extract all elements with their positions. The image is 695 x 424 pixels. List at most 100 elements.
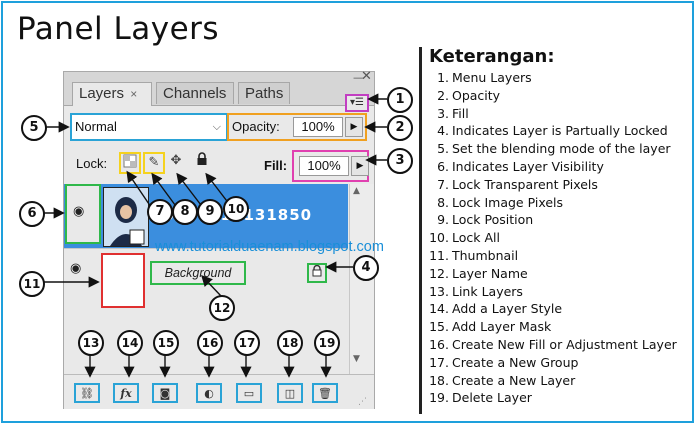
adjustment-icon[interactable]: ◐	[196, 383, 222, 403]
legend-item-text: Fill	[452, 105, 469, 121]
legend-item: 13. Link Layers	[429, 283, 691, 301]
visibility-highlight: ◉	[65, 184, 101, 244]
scroll-down-icon[interactable]: ▼	[353, 354, 360, 364]
layer-thumbnail[interactable]	[101, 253, 145, 308]
legend-item-number: 3.	[437, 105, 449, 121]
move-icon[interactable]: ✥	[167, 152, 185, 170]
legend-item-number: 14.	[429, 301, 449, 317]
callout-13: 13	[78, 330, 104, 356]
panel-menu-icon[interactable]: ▾☰	[345, 94, 369, 112]
lock-icon[interactable]	[193, 152, 211, 170]
partial-lock-icon	[307, 263, 327, 283]
callout-10: 10	[223, 196, 249, 222]
callout-3: 3	[387, 148, 413, 174]
legend-item: 14. Add a Layer Style	[429, 300, 691, 318]
opacity-input[interactable]: 100%	[293, 117, 343, 137]
legend-item: 18. Create a New Layer	[429, 372, 691, 390]
legend-item-text: Delete Layer	[452, 390, 532, 406]
legend-item: 2. Opacity	[429, 87, 691, 105]
tab-layers[interactable]: Layers ×	[72, 82, 152, 106]
layers-bottom-bar: ⛓ fx ◙ ◐ ▭ ◫ 🗑 ⋰	[64, 374, 374, 409]
new-layer-icon[interactable]: ◫	[277, 383, 303, 403]
fill-input[interactable]: 100%	[299, 156, 349, 176]
legend-list: 1. Menu Layers 2. Opacity 3. Fill 4. Indicates …	[429, 69, 691, 407]
legend-title: Keterangan:	[429, 46, 555, 67]
opacity-label: Opacity:	[232, 119, 280, 134]
legend-item: 16. Create New Fill or Adjustment Layer	[429, 336, 691, 354]
legend-item: 11. Thumbnail	[429, 247, 691, 265]
callout-15: 15	[153, 330, 179, 356]
close-icon[interactable]: ✕	[361, 69, 372, 84]
callout-5: 5	[21, 115, 47, 141]
callout-11: 11	[19, 271, 45, 297]
mask-icon[interactable]: ◙	[152, 383, 178, 403]
legend-item: 6. Indicates Layer Visibility	[429, 158, 691, 176]
legend-item-number: 16.	[429, 336, 449, 352]
eye-icon[interactable]: ◉	[70, 262, 90, 275]
callout-14: 14	[117, 330, 143, 356]
legend-item-text: Link Layers	[452, 283, 523, 299]
opacity-highlight: Opacity: 100% ▶	[227, 113, 367, 141]
legend-item: 9. Lock Position	[429, 211, 691, 229]
trash-icon[interactable]: 🗑	[312, 383, 338, 403]
legend-item-text: Lock All	[452, 230, 500, 246]
blend-mode-select[interactable]: Normal ⌵	[75, 118, 221, 136]
callout-4: 4	[353, 255, 379, 281]
legend-item-number: 5.	[437, 141, 449, 157]
callout-16: 16	[197, 330, 223, 356]
lock-label: Lock:	[76, 156, 108, 171]
layer-name[interactable]: Background	[150, 261, 246, 285]
blend-mode-highlight: Normal ⌵	[70, 113, 228, 141]
folder-icon[interactable]: ▭	[236, 383, 262, 403]
blend-mode-value: Normal	[75, 119, 117, 134]
callout-12: 12	[209, 295, 235, 321]
legend-item: 7. Lock Transparent Pixels	[429, 176, 691, 194]
legend-item-text: Set the blending mode of the layer	[452, 141, 671, 157]
eye-icon[interactable]: ◉	[73, 205, 93, 218]
legend-item-number: 15.	[429, 319, 449, 335]
callout-17: 17	[234, 330, 260, 356]
legend-item: 5. Set the blending mode of the layer	[429, 140, 691, 158]
legend-item: 8. Lock Image Pixels	[429, 194, 691, 212]
link-icon[interactable]: ⛓	[74, 383, 100, 403]
layer-thumbnail-photo[interactable]	[103, 187, 149, 247]
lock-transparent-icon[interactable]	[119, 152, 141, 174]
tab-close-icon[interactable]: ×	[130, 87, 137, 101]
tab-paths[interactable]: Paths	[238, 82, 290, 104]
legend-item-number: 7.	[437, 176, 449, 192]
legend-item-number: 4.	[437, 123, 449, 139]
legend-item: 4. Indicates Layer is Partually Locked	[429, 122, 691, 140]
diagram-frame: Panel Layers — ✕ Layers × Channels Paths…	[1, 1, 694, 423]
vertical-divider	[419, 47, 422, 414]
callout-8: 8	[172, 199, 198, 225]
legend-item-number: 18.	[429, 372, 449, 388]
tab-channels[interactable]: Channels	[156, 82, 234, 104]
legend-item-text: Lock Image Pixels	[452, 194, 564, 210]
legend-item: 1. Menu Layers	[429, 69, 691, 87]
scroll-up-icon[interactable]: ▲	[353, 186, 360, 196]
layer-row-background[interactable]: ◉ Background	[64, 248, 348, 315]
legend-item-text: Menu Layers	[452, 70, 532, 85]
legend-item-number: 2.	[437, 87, 449, 103]
lock-buttons: ✎ ✥	[119, 150, 215, 174]
fx-icon[interactable]: fx	[113, 383, 139, 403]
legend-item-number: 6.	[437, 158, 449, 174]
legend-item-number: 13.	[429, 283, 449, 299]
callout-18: 18	[277, 330, 303, 356]
legend-item-text: Opacity	[452, 87, 501, 103]
legend-item-number: 11.	[429, 247, 449, 263]
fill-slider-button[interactable]: ▶	[351, 156, 369, 176]
resize-grip-icon[interactable]: ⋰	[358, 397, 367, 407]
legend-item-text: Indicates Layer is Partually Locked	[452, 123, 668, 139]
brush-icon[interactable]: ✎	[143, 152, 165, 174]
legend-item: 10. Lock All	[429, 229, 691, 247]
legend-item-text: Thumbnail	[452, 247, 519, 263]
legend-item: 15. Add Layer Mask	[429, 318, 691, 336]
legend-item-number: 1.	[437, 70, 449, 85]
legend-item-text: Lock Transparent Pixels	[452, 176, 598, 192]
callout-19: 19	[314, 330, 340, 356]
opacity-slider-button[interactable]: ▶	[345, 117, 363, 137]
legend-item-text: Lock Position	[452, 212, 534, 228]
callout-7: 7	[147, 199, 173, 225]
legend-item: 12. Layer Name	[429, 265, 691, 283]
